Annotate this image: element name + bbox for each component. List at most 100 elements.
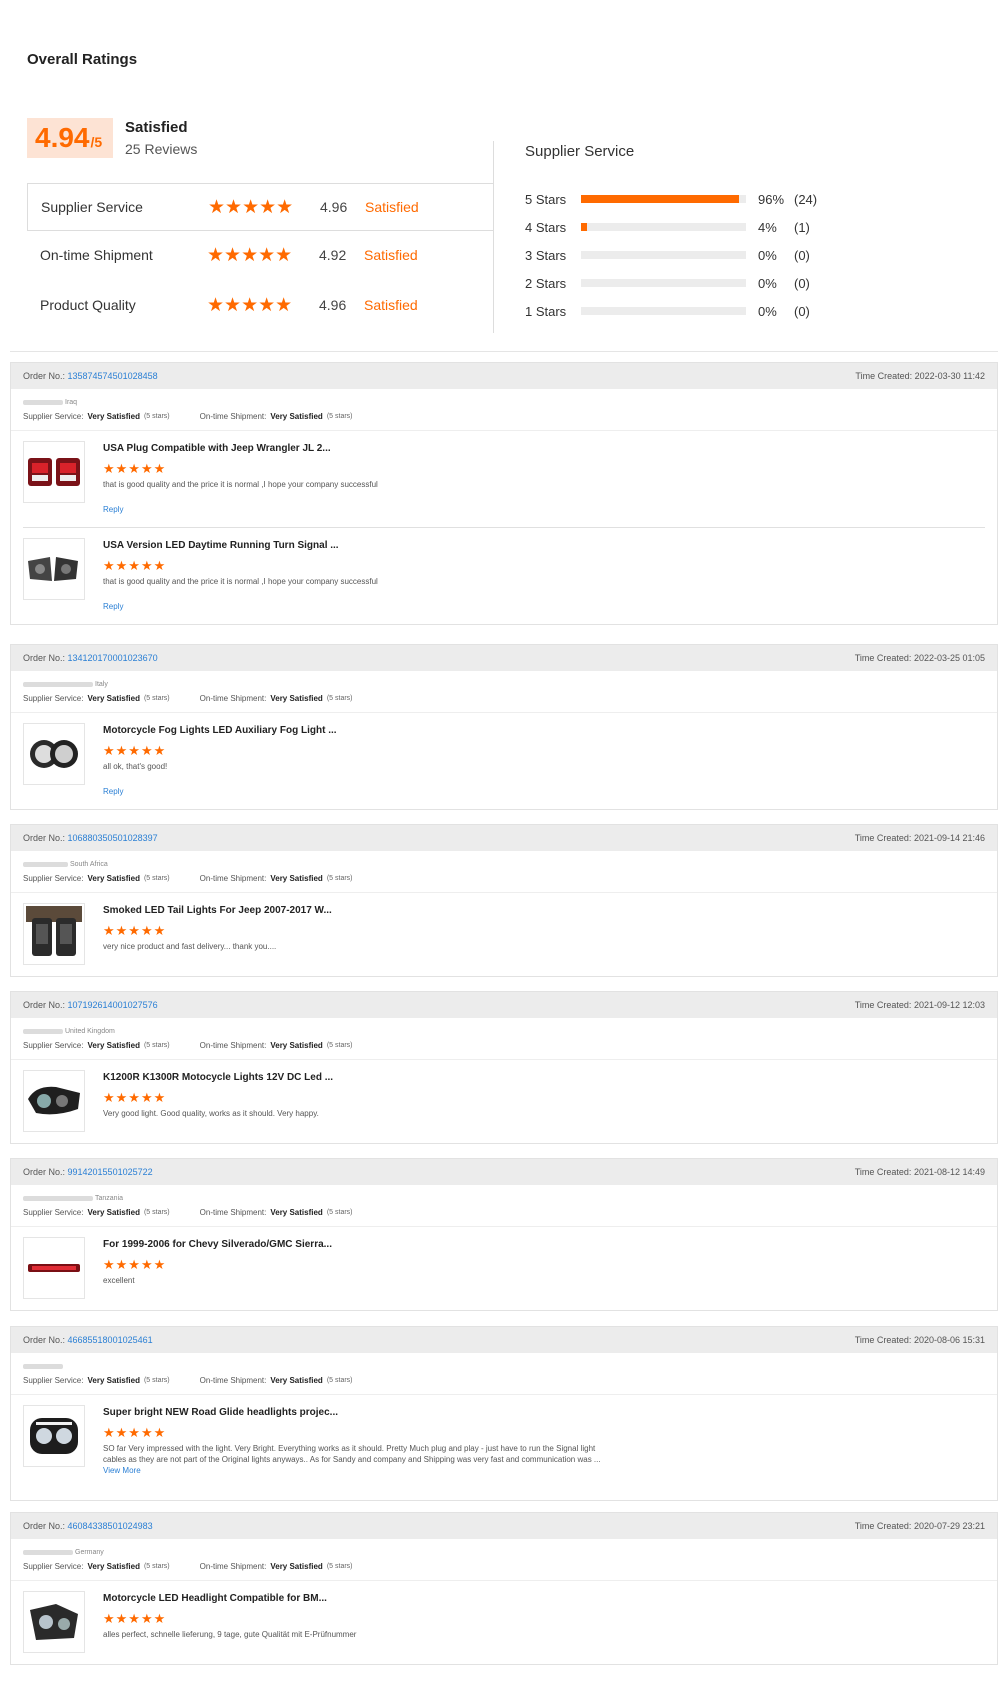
rating-row-supplier-service[interactable]: Supplier Service ★★★★★ 4.96 Satisfied [27, 183, 494, 231]
ontime-shipment-label: On-time Shipment: [199, 1561, 267, 1571]
product-review: Motorcycle LED Headlight Compatible for … [11, 1581, 997, 1654]
review-text: that is good quality and the price it is… [103, 576, 603, 587]
supplier-service-stars: (5 stars) [143, 694, 170, 702]
product-review: Super bright NEW Road Glide headlights p… [11, 1395, 997, 1490]
buyer-name-masked [23, 399, 63, 405]
turn-signal-icon[interactable] [23, 538, 85, 600]
time-created-field: Time Created: 2022-03-25 01:05 [855, 653, 985, 663]
ontime-shipment-stars: (5 stars) [326, 1208, 353, 1216]
overall-score-max: /5 [90, 134, 103, 150]
order-number-link[interactable]: 99142015501025722 [68, 1167, 153, 1177]
product-title-link[interactable]: Super bright NEW Road Glide headlights p… [103, 1407, 985, 1420]
reply-link[interactable]: Reply [103, 602, 985, 614]
product-review: Motorcycle Fog Lights LED Auxiliary Fog … [11, 713, 997, 799]
page-title: Overall Ratings [27, 51, 138, 68]
distribution-label: 5 Stars [525, 191, 567, 207]
ontime-shipment-stars: (5 stars) [326, 1562, 353, 1570]
buyer-name-masked [23, 861, 68, 867]
product-review: USA Version LED Daytime Running Turn Sig… [11, 528, 997, 614]
distribution-row: 4 Stars 4% (1) [525, 217, 834, 237]
order-number-link[interactable]: 107192614001027576 [68, 1000, 158, 1010]
order-number-field: Order No.: 46685518001025461 [23, 1335, 153, 1345]
distribution-bar-fill [581, 223, 587, 231]
supplier-service-value: Very Satisfied [87, 411, 140, 421]
buyer-country: Iraq [65, 398, 78, 406]
review-text: Very good light. Good quality, works as … [103, 1108, 603, 1119]
order-header: Order No.: 46685518001025461 Time Created… [11, 1327, 997, 1353]
product-title-link[interactable]: Motorcycle Fog Lights LED Auxiliary Fog … [103, 725, 985, 738]
review-text-content: SO far Very impressed with the light. Ve… [103, 1444, 601, 1464]
distribution-percent: 4% [758, 219, 777, 235]
buyer-name-masked [23, 1549, 73, 1555]
product-title-link[interactable]: USA Plug Compatible with Jeep Wrangler J… [103, 443, 985, 456]
ontime-shipment-stars: (5 stars) [326, 412, 353, 420]
summary-divider-horizontal [10, 351, 998, 352]
brake-light-bar-icon[interactable] [23, 1237, 85, 1299]
rating-score: 4.96 [320, 199, 348, 215]
buyer-name-masked [23, 681, 93, 687]
summary-divider [493, 141, 494, 333]
reply-link[interactable]: Reply [103, 787, 985, 799]
order-number-field: Order No.: 99142015501025722 [23, 1167, 153, 1177]
smoked-tail-light-icon[interactable] [23, 903, 85, 965]
order-number-label: Order No.: [23, 1521, 68, 1531]
product-title-link[interactable]: USA Version LED Daytime Running Turn Sig… [103, 540, 985, 553]
review-card: Order No.: 99142015501025722 Time Created… [10, 1158, 998, 1311]
supplier-service-value: Very Satisfied [87, 1040, 140, 1050]
review-text-content: Very good light. Good quality, works as … [103, 1109, 319, 1118]
time-created-value: 2022-03-25 01:05 [913, 653, 985, 663]
review-count: 25 Reviews [125, 141, 198, 157]
time-created-field: Time Created: 2020-07-29 23:21 [855, 1521, 985, 1531]
service-ratings: Supplier Service: Very Satisfied (5 stars… [23, 1038, 985, 1052]
order-number-link[interactable]: 106880350501028397 [68, 833, 158, 843]
product-title-link[interactable]: For 1999-2006 for Chevy Silverado/GMC Si… [103, 1239, 985, 1252]
buyer-info: Supplier Service: Very Satisfied (5 stars… [11, 1353, 997, 1395]
buyer-country: Germany [75, 1548, 104, 1556]
star-icons: ★★★★★ [103, 1425, 167, 1440]
order-number-label: Order No.: [23, 371, 68, 381]
buyer-country: Tanzania [95, 1194, 124, 1202]
order-number-link[interactable]: 46084338501024983 [68, 1521, 153, 1531]
product-title-link[interactable]: Smoked LED Tail Lights For Jeep 2007-201… [103, 905, 985, 918]
buyer-name-masked [23, 1363, 63, 1369]
order-number-link[interactable]: 46685518001025461 [68, 1335, 153, 1345]
tail-lights-icon[interactable] [23, 441, 85, 503]
rating-score: 4.96 [319, 297, 347, 313]
view-more-link[interactable]: View More [103, 1466, 141, 1475]
supplier-service-value: Very Satisfied [87, 873, 140, 883]
order-number-link[interactable]: 135874574501028458 [68, 371, 158, 381]
product-title-link[interactable]: Motorcycle LED Headlight Compatible for … [103, 1593, 985, 1606]
supplier-service-stars: (5 stars) [143, 874, 170, 882]
reply-link[interactable]: Reply [103, 505, 985, 517]
time-created-label: Time Created: [854, 1167, 914, 1177]
motorcycle-headlight-icon[interactable] [23, 1070, 85, 1132]
distribution-label: 1 Stars [525, 303, 567, 319]
bmw-headlight-icon[interactable] [23, 1591, 85, 1653]
road-glide-headlight-icon[interactable] [23, 1405, 85, 1467]
buyer-country: Italy [95, 680, 108, 688]
ontime-shipment-label: On-time Shipment: [199, 1207, 267, 1217]
fog-light-icon[interactable] [23, 723, 85, 785]
review-text-content: all ok, that's good! [103, 762, 168, 771]
distribution-count: (0) [794, 275, 810, 291]
time-created-value: 2022-03-30 11:42 [914, 371, 985, 381]
order-number-link[interactable]: 134120170001023670 [68, 653, 158, 663]
time-created-label: Time Created: [854, 1521, 914, 1531]
time-created-value: 2021-08-12 14:49 [913, 1167, 985, 1177]
product-title-link[interactable]: K1200R K1300R Motocycle Lights 12V DC Le… [103, 1072, 985, 1085]
order-number-field: Order No.: 134120170001023670 [23, 653, 158, 663]
rating-row-product-quality[interactable]: Product Quality ★★★★★ 4.96 Satisfied [27, 281, 494, 329]
rating-row-ontime-shipment[interactable]: On-time Shipment ★★★★★ 4.92 Satisfied [27, 231, 494, 279]
supplier-service-label: Supplier Service: [23, 1040, 84, 1050]
distribution-bar [581, 279, 746, 287]
buyer-info: Germany Supplier Service: Very Satisfied(… [11, 1539, 997, 1581]
supplier-service-stars: (5 stars) [143, 412, 170, 420]
order-number-field: Order No.: 107192614001027576 [23, 1000, 158, 1010]
buyer-info: South Africa Supplier Service: Very Satis… [11, 851, 997, 893]
rating-text: Satisfied [364, 297, 418, 313]
supplier-service-value: Very Satisfied [87, 1375, 140, 1385]
ontime-shipment-label: On-time Shipment: [199, 693, 267, 703]
time-created-label: Time Created: [854, 1000, 914, 1010]
distribution-count: (24) [794, 191, 818, 207]
ontime-shipment-value: Very Satisfied [270, 873, 323, 883]
